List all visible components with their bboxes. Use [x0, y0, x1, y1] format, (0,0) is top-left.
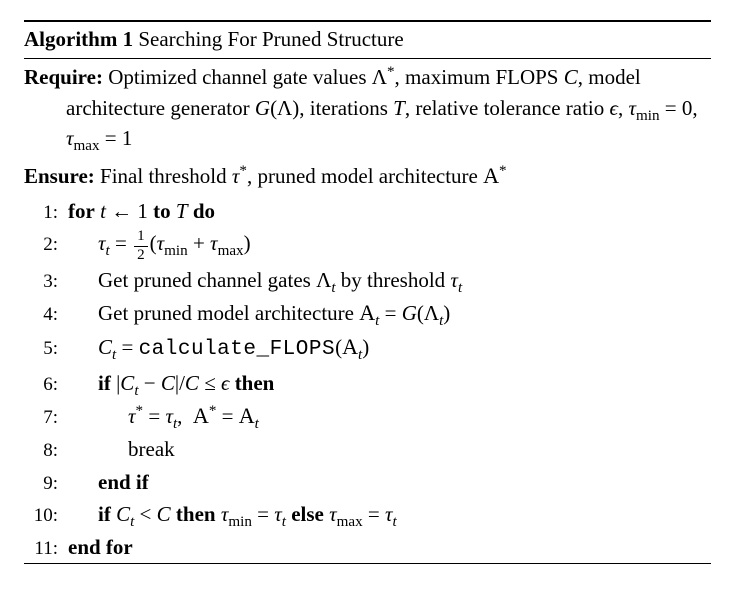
line-7: τ* = τt, A* = At	[24, 399, 711, 433]
require-keyword: Require:	[24, 65, 103, 89]
line-6: if |Ct − C|/C ≤ ϵ then	[24, 367, 711, 400]
ensure-block: Ensure: Final threshold τ*, pruned model…	[24, 157, 711, 195]
line-1-content: for t ← 1 to T do	[68, 196, 215, 226]
line-9: end if	[24, 466, 711, 499]
line-6-content: if |Ct − C|/C ≤ ϵ then	[68, 368, 274, 398]
line-1: for t ← 1 to T do	[24, 195, 711, 228]
algorithm-title-line: Algorithm 1 Searching For Pruned Structu…	[24, 22, 711, 58]
line-9-content: end if	[68, 467, 149, 497]
require-block: Require: Optimized channel gate values Λ…	[24, 59, 711, 156]
algorithm-number: Algorithm 1	[24, 27, 133, 51]
ensure-keyword: Ensure:	[24, 164, 95, 188]
algorithm-name: Searching For Pruned Structure	[138, 27, 403, 51]
algorithm-body: for t ← 1 to T do τt = 12(τmin + τmax) G…	[24, 195, 711, 564]
line-2-content: τt = 12(τmin + τmax)	[68, 228, 251, 262]
ensure-text: Final threshold τ*, pruned model archite…	[100, 164, 507, 188]
require-text: Optimized channel gate values Λ*, maximu…	[66, 65, 698, 150]
line-5-content: Ct = calculate_FLOPS(At)	[68, 331, 369, 365]
line-11: end for	[24, 531, 711, 564]
line-4-content: Get pruned model architecture At = G(Λt)	[68, 297, 450, 329]
line-10: if Ct < C then τmin = τt else τmax = τt	[24, 498, 711, 531]
line-3-content: Get pruned channel gates Λt by threshold…	[68, 265, 462, 295]
rule-bottom	[24, 563, 711, 564]
line-4: Get pruned model architecture At = G(Λt)	[24, 296, 711, 330]
line-8: break	[24, 433, 711, 466]
line-5: Ct = calculate_FLOPS(At)	[24, 330, 711, 366]
line-3: Get pruned channel gates Λt by threshold…	[24, 264, 711, 297]
line-2: τt = 12(τmin + τmax)	[24, 227, 711, 263]
line-10-content: if Ct < C then τmin = τt else τmax = τt	[68, 499, 397, 529]
algorithm-block: Algorithm 1 Searching For Pruned Structu…	[24, 20, 711, 564]
line-8-content: break	[68, 434, 175, 464]
line-11-content: end for	[68, 532, 133, 562]
line-7-content: τ* = τt, A* = At	[68, 400, 259, 432]
